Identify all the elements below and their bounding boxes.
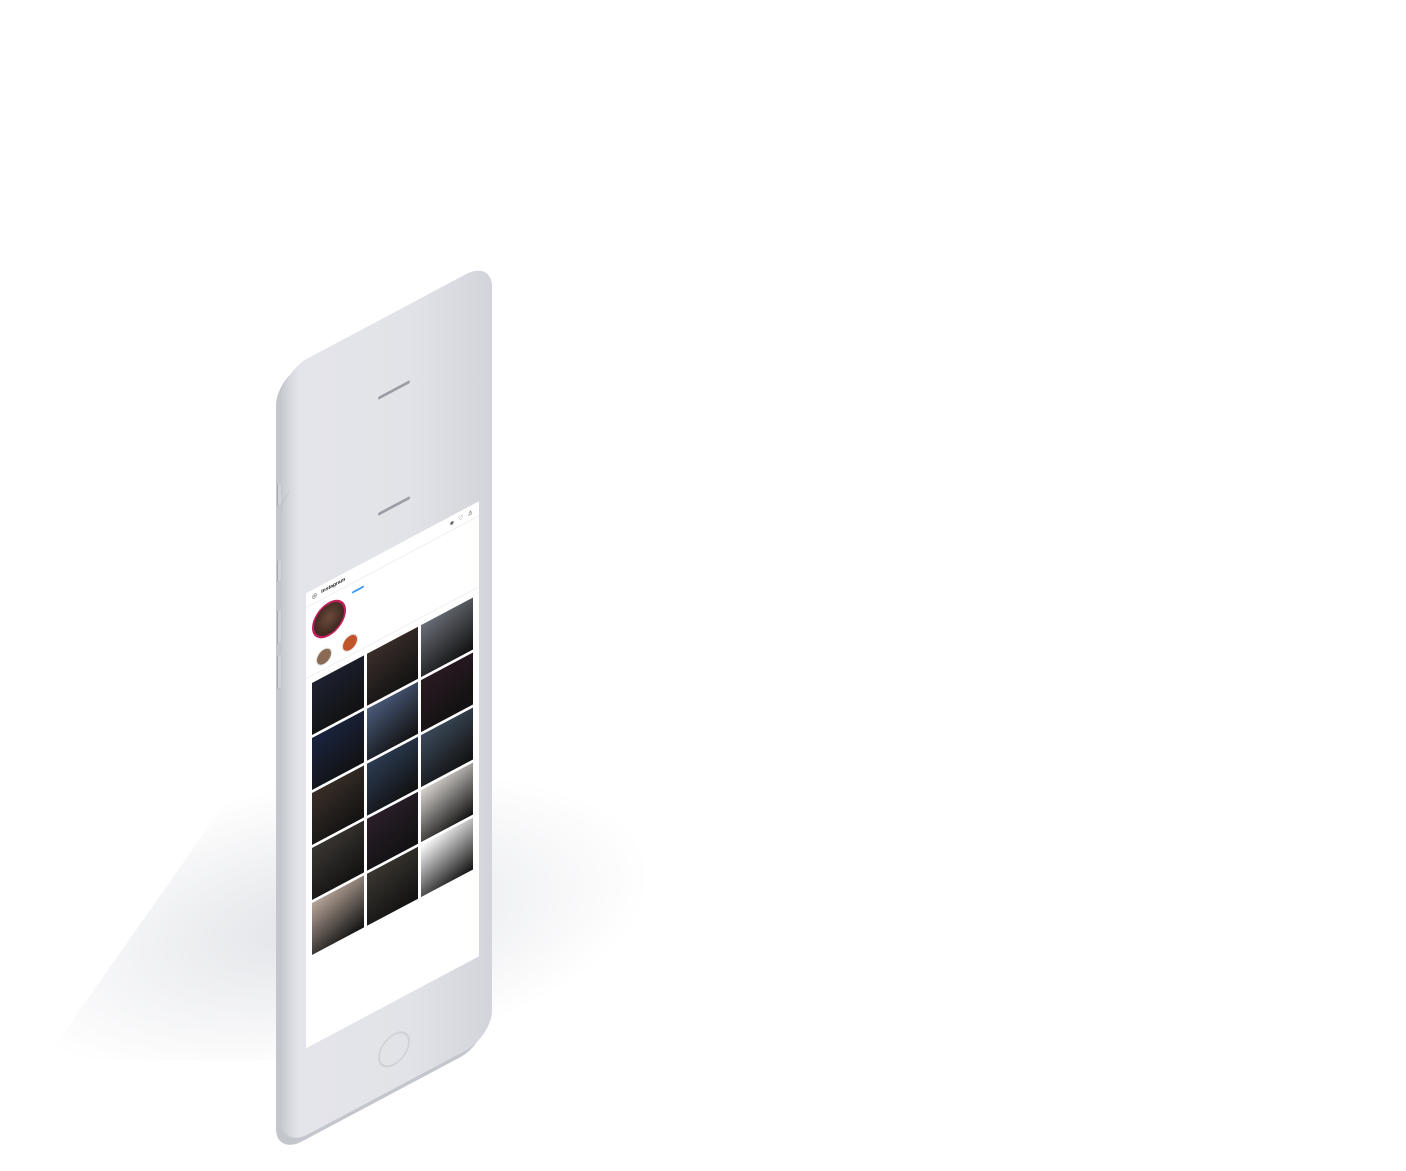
heart-icon[interactable]: ♡	[458, 513, 463, 523]
silent-switch	[277, 482, 281, 507]
phone-screen: ◎ Instagram ◈ ♡ ♙	[306, 501, 479, 1049]
profile-info	[352, 583, 364, 623]
volume-up-button	[277, 608, 281, 645]
speaker-grille	[378, 495, 410, 516]
home-button	[378, 1024, 410, 1074]
speaker-grille	[378, 379, 410, 400]
silent-switch	[277, 558, 281, 583]
instagram-glyph-icon[interactable]: ◎	[312, 591, 317, 601]
profile-icon[interactable]: ♙	[468, 508, 473, 518]
volume-down-button	[277, 653, 281, 690]
explore-icon[interactable]: ◈	[450, 518, 455, 527]
phone-front: ◎ Instagram ◈ ♡ ♙	[277, 376, 492, 1148]
follow-button[interactable]	[352, 585, 364, 594]
